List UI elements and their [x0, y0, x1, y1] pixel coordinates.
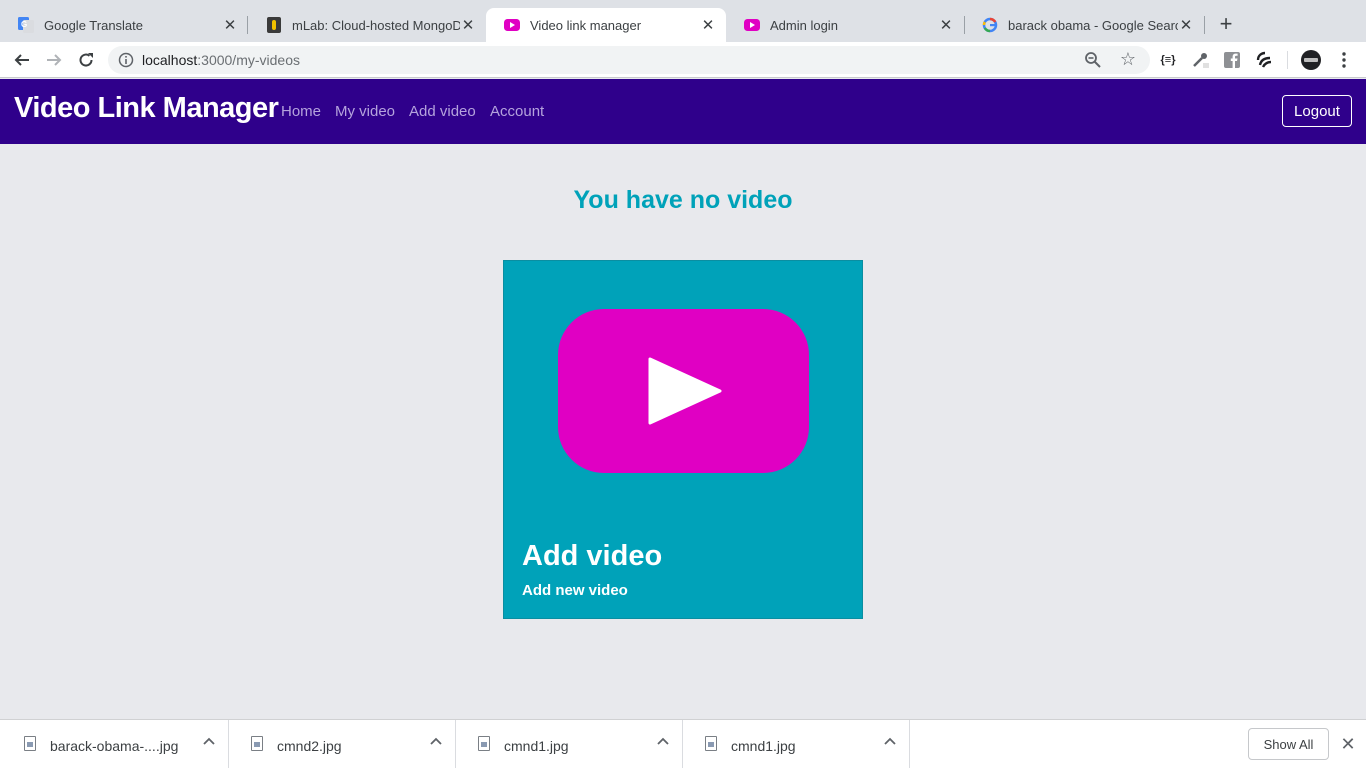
download-filename: cmnd1.jpg	[731, 738, 796, 754]
url-path: :3000/my-videos	[197, 52, 300, 68]
download-item[interactable]: cmnd2.jpg	[229, 720, 456, 768]
empty-state-heading: You have no video	[573, 186, 793, 214]
facebook-extension-icon[interactable]	[1222, 50, 1242, 70]
close-icon[interactable]: ✕	[938, 17, 954, 34]
svg-text:G: G	[21, 20, 27, 29]
eyedropper-extension-icon[interactable]	[1190, 50, 1210, 70]
menu-dots-icon[interactable]	[1334, 50, 1354, 70]
tab-title: mLab: Cloud-hosted MongoDB	[292, 17, 460, 33]
google-translate-icon: G	[18, 17, 34, 33]
brand-logo[interactable]: Video Link Manager	[14, 92, 279, 125]
chevron-up-icon[interactable]	[202, 734, 216, 748]
nav-link-my-video[interactable]: My video	[335, 103, 395, 120]
logout-button[interactable]: Logout	[1282, 95, 1352, 127]
video-play-icon	[744, 17, 760, 33]
nav-link-account[interactable]: Account	[490, 103, 544, 120]
tab-title: barack obama - Google Search	[1008, 17, 1178, 33]
json-viewer-extension-icon[interactable]: {≡}	[1158, 50, 1178, 70]
tab-title: Video link manager	[530, 17, 642, 33]
play-button-icon	[558, 309, 809, 473]
mlab-icon	[266, 17, 282, 33]
close-icon[interactable]: ✕	[700, 17, 716, 34]
google-icon	[982, 17, 998, 33]
video-play-icon	[504, 17, 520, 33]
close-icon[interactable]: ✕	[222, 17, 238, 34]
tab-title: Google Translate	[44, 17, 144, 33]
download-item[interactable]: barack-obama-....jpg	[2, 720, 229, 768]
tab-google-search[interactable]: barack obama - Google Search ✕	[964, 8, 1204, 42]
nav-link-home[interactable]: Home	[281, 103, 321, 120]
image-file-icon	[705, 736, 717, 751]
tab-divider	[1204, 16, 1205, 34]
image-file-icon	[251, 736, 263, 751]
profile-avatar[interactable]	[1300, 49, 1322, 71]
image-file-icon	[478, 736, 490, 751]
zoom-icon[interactable]	[1084, 51, 1102, 69]
download-filename: barack-obama-....jpg	[50, 738, 179, 754]
tab-mlab[interactable]: mLab: Cloud-hosted MongoDB ✕	[248, 8, 486, 42]
forward-icon[interactable]	[42, 48, 66, 72]
chevron-up-icon[interactable]	[656, 734, 670, 748]
card-subtitle: Add new video	[522, 582, 628, 599]
image-file-icon	[24, 736, 36, 751]
browser-toolbar: localhost:3000/my-videos ☆ {≡}	[0, 42, 1366, 78]
back-icon[interactable]	[10, 48, 34, 72]
app-navbar: Video Link Manager Home My video Add vid…	[0, 79, 1366, 144]
new-tab-button[interactable]: +	[1214, 11, 1238, 36]
reload-icon[interactable]	[74, 48, 98, 72]
tab-admin-login[interactable]: Admin login ✕	[726, 8, 964, 42]
chevron-up-icon[interactable]	[429, 734, 443, 748]
url-host: localhost	[142, 52, 198, 68]
tab-video-link-manager[interactable]: Video link manager ✕	[486, 8, 726, 42]
card-title: Add video	[522, 540, 663, 572]
add-video-card[interactable]: Add video Add new video	[503, 260, 863, 619]
download-filename: cmnd2.jpg	[277, 738, 342, 754]
bookmark-star-icon[interactable]: ☆	[1120, 49, 1136, 70]
extension-icon[interactable]	[1254, 50, 1274, 70]
close-icon[interactable]: ✕	[460, 17, 476, 34]
nav-link-add-video[interactable]: Add video	[409, 103, 476, 120]
info-icon[interactable]	[118, 52, 134, 68]
close-icon[interactable]: ✕	[1338, 734, 1358, 754]
download-item[interactable]: cmnd1.jpg	[683, 720, 910, 768]
chevron-up-icon[interactable]	[883, 734, 897, 748]
url-text: localhost:3000/my-videos	[142, 52, 300, 68]
download-item[interactable]: cmnd1.jpg	[456, 720, 683, 768]
close-icon[interactable]: ✕	[1178, 17, 1194, 34]
address-bar[interactable]: localhost:3000/my-videos ☆	[108, 46, 1150, 74]
tab-google-translate[interactable]: G Google Translate ✕	[0, 8, 248, 42]
browser-tab-strip: G Google Translate ✕ mLab: Cloud-hosted …	[0, 0, 1366, 42]
tab-title: Admin login	[770, 17, 838, 33]
download-bar: barack-obama-....jpg cmnd2.jpg cmnd1.jpg…	[0, 719, 1366, 768]
download-filename: cmnd1.jpg	[504, 738, 569, 754]
show-all-downloads-button[interactable]: Show All	[1248, 728, 1329, 760]
toolbar-divider	[1287, 51, 1288, 69]
